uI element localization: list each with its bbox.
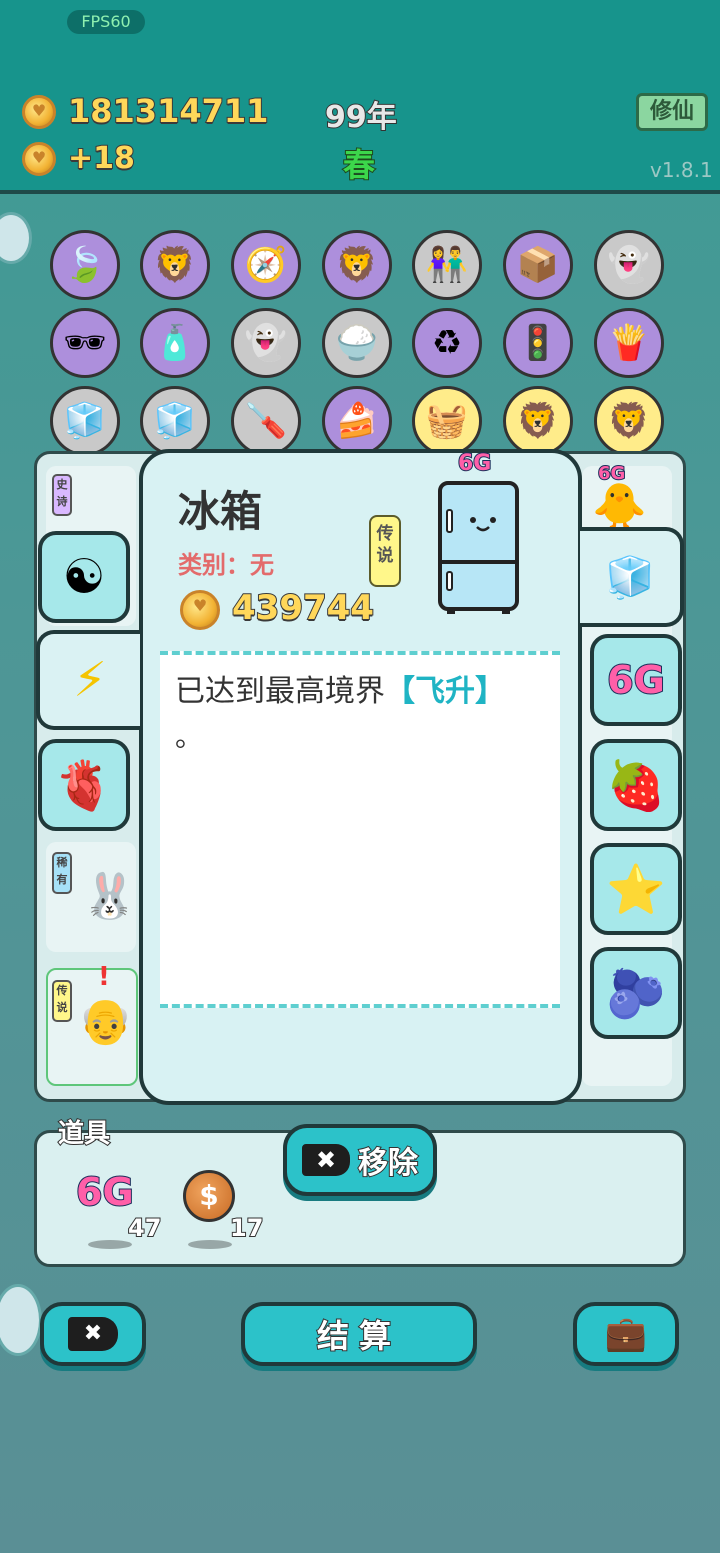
tab-fridge[interactable]: 🧊 xyxy=(580,527,684,627)
cubes-icon[interactable]: 🧊 xyxy=(140,386,210,456)
ghost-icon[interactable]: 👻 xyxy=(594,230,664,300)
lion-icon[interactable]: 🦁 xyxy=(322,230,392,300)
remove-label: 移除 xyxy=(357,1145,419,1182)
fps-counter: FPS60 xyxy=(67,10,145,34)
tab-lightning[interactable]: ⚡ xyxy=(36,630,140,730)
close-icon: ✖ xyxy=(68,1317,118,1351)
alert-icon: ! xyxy=(98,962,110,992)
rice-icon[interactable]: 🍚 xyxy=(322,308,392,378)
year-label: 99年 xyxy=(324,99,398,136)
fruit-basket-icon[interactable]: 🧺 xyxy=(412,386,482,456)
prop-shadow xyxy=(88,1240,132,1249)
item-description: 已达到最高境界【飞升】 xyxy=(175,674,505,709)
tag-legend: 传说 xyxy=(52,980,72,1022)
tab-yin-yang[interactable]: ☯ xyxy=(38,531,130,623)
duck-icon: 🐥 xyxy=(592,481,647,532)
cake-icon[interactable]: 🍰 xyxy=(322,386,392,456)
prop-6g-count: 47 xyxy=(127,1213,162,1243)
tab-star[interactable]: ⭐ xyxy=(590,843,682,935)
leaf-icon[interactable]: 🍃 xyxy=(50,230,120,300)
coin-income: +18 xyxy=(67,140,136,177)
glasses-icon[interactable]: 🕶 xyxy=(50,308,120,378)
item-title: 冰箱 xyxy=(178,487,263,536)
tab-lychee[interactable]: 🍓 xyxy=(590,739,682,831)
prop-shadow xyxy=(188,1240,232,1249)
fries-icon[interactable]: 🍟 xyxy=(594,308,664,378)
tab-blueberry[interactable]: 🫐 xyxy=(590,947,682,1039)
screwdriver-icon[interactable]: 🪛 xyxy=(231,386,301,456)
close-icon: ✖ xyxy=(302,1144,350,1176)
bottle-icon[interactable]: 🧴 xyxy=(140,308,210,378)
lion-icon[interactable]: 🦁 xyxy=(140,230,210,300)
traffic-light-icon[interactable]: 🚦 xyxy=(503,308,573,378)
ghost-icon[interactable]: 👻 xyxy=(231,308,301,378)
coin-total: 181314711 xyxy=(67,91,269,131)
fridge-icon xyxy=(437,480,520,616)
recycle-icon[interactable]: ♻ xyxy=(412,308,482,378)
tab-6g[interactable]: 6G xyxy=(590,634,682,726)
coin-income-icon xyxy=(22,142,56,176)
settle-label: 结算 xyxy=(316,1316,401,1356)
coin-icon xyxy=(22,95,56,129)
item-category: 类别：无 xyxy=(178,551,274,579)
cubes-icon[interactable]: 🧊 xyxy=(50,386,120,456)
compass-icon[interactable]: 🧭 xyxy=(231,230,301,300)
item-price: 439744 xyxy=(231,587,375,629)
avatar[interactable] xyxy=(0,1284,42,1356)
old-man-icon: 👴 xyxy=(78,996,133,1047)
description-highlight: 【飞升】 xyxy=(385,674,505,709)
prop-coin-icon[interactable]: $ xyxy=(183,1170,235,1222)
xiuxian-button[interactable]: 修仙 xyxy=(636,93,708,131)
props-title: 道具 xyxy=(57,1118,111,1150)
remove-button[interactable]: ✖ 移除 xyxy=(283,1124,437,1196)
settle-button[interactable]: 结算 xyxy=(241,1302,477,1366)
tab-liver[interactable]: 🫀 xyxy=(38,739,130,831)
lions-icon[interactable]: 🦁 xyxy=(503,386,573,456)
sleep-icon[interactable] xyxy=(0,212,32,264)
season-label: 春 xyxy=(342,145,376,185)
cancel-button[interactable]: ✖ xyxy=(40,1302,146,1366)
rabbit-icon: 🐰 xyxy=(82,871,137,922)
briefcase-icon: 💼 xyxy=(604,1314,648,1354)
lions-icon[interactable]: 🦁 xyxy=(594,386,664,456)
version-label: v1.8.1 xyxy=(650,158,713,182)
people-icon[interactable]: 👫 xyxy=(412,230,482,300)
box-icon[interactable]: 📦 xyxy=(503,230,573,300)
tag-epic: 史诗 xyxy=(52,474,72,516)
prop-coin-count: 17 xyxy=(229,1213,264,1243)
prop-6g-icon[interactable]: 6G xyxy=(75,1169,135,1215)
rarity-tag: 传说 xyxy=(369,515,401,587)
item-badge-6g: 6G xyxy=(457,450,492,477)
description-suffix: 。 xyxy=(175,720,204,753)
tag-rare: 稀有 xyxy=(52,852,72,894)
price-coin-icon xyxy=(180,590,220,630)
bag-button[interactable]: 💼 xyxy=(573,1302,679,1366)
